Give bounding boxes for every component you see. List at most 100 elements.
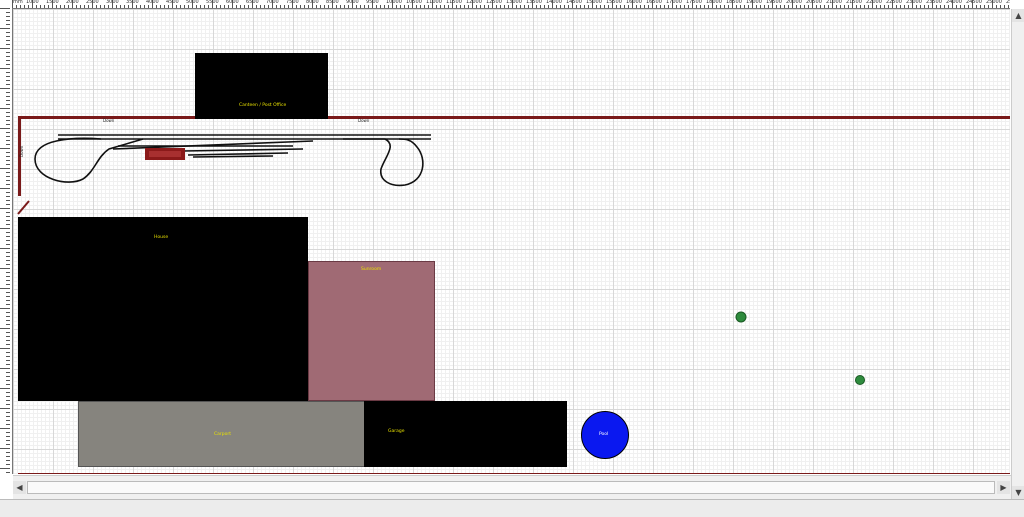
ruler-tick <box>896 5 897 8</box>
garage-building[interactable]: Garage <box>364 401 567 467</box>
ruler-tick <box>36 5 37 8</box>
ruler-tick <box>588 5 589 8</box>
ruler-tick <box>6 460 10 461</box>
ruler-tick <box>948 5 949 8</box>
ruler-tick <box>920 5 921 8</box>
ruler-tick <box>576 5 577 8</box>
ruler-tick <box>0 188 10 189</box>
ruler-tick <box>740 5 741 8</box>
ruler-tick <box>6 436 10 437</box>
ruler-tick <box>6 204 10 205</box>
ruler-tick <box>40 5 41 8</box>
ruler-tick <box>980 5 981 8</box>
ruler-tick <box>464 5 465 8</box>
ruler-tick <box>6 200 10 201</box>
ruler-tick <box>0 268 10 269</box>
ruler-tick <box>6 64 10 65</box>
ruler-tick <box>44 5 45 8</box>
scroll-up-icon[interactable]: ▲ <box>1012 9 1024 22</box>
ruler-tick <box>636 5 637 8</box>
ruler-tick <box>924 5 925 8</box>
ruler-tick <box>6 332 10 333</box>
ruler-tick <box>6 192 10 193</box>
status-bar <box>0 499 1024 517</box>
ruler-tick <box>6 24 10 25</box>
ruler-label: 10500 <box>406 0 422 5</box>
ruler-tick <box>20 5 21 8</box>
ruler-label: 22500 <box>886 0 902 5</box>
horizontal-scroll-thumb[interactable] <box>27 481 995 494</box>
sunroom-area[interactable]: Sunroom <box>308 261 435 401</box>
ruler-tick <box>336 5 337 8</box>
scroll-right-icon[interactable]: ▶ <box>997 481 1010 494</box>
ruler-tick <box>0 308 10 309</box>
ruler-tick <box>264 5 265 8</box>
ruler-tick <box>956 5 957 8</box>
ruler-tick <box>204 5 205 8</box>
ruler-tick <box>6 176 10 177</box>
ruler-tick <box>976 5 977 8</box>
tree-icon[interactable] <box>855 375 865 385</box>
ruler-tick <box>6 156 10 157</box>
ruler-label: 13000 <box>506 0 522 5</box>
ruler-tick <box>624 5 625 8</box>
ruler-tick <box>836 5 837 8</box>
tree-icon[interactable] <box>735 311 747 323</box>
ruler-tick <box>364 5 365 8</box>
ruler-tick <box>448 5 449 8</box>
ruler-tick <box>288 5 289 8</box>
ruler-tick <box>6 152 10 153</box>
ruler-tick <box>6 276 10 277</box>
ruler-tick <box>0 348 10 349</box>
ruler-tick <box>6 320 10 321</box>
ruler-label: 5500 <box>206 0 219 5</box>
ruler-tick <box>216 5 217 8</box>
vertical-scrollbar[interactable]: ▲ ▼ <box>1011 9 1024 499</box>
ruler-tick <box>580 5 581 8</box>
ruler-tick <box>0 368 10 369</box>
ruler-tick <box>6 164 10 165</box>
ruler-tick <box>6 60 10 61</box>
ruler-tick <box>796 5 797 8</box>
ruler-tick <box>6 180 10 181</box>
post-office-building[interactable]: Canteen / Post Office <box>195 53 328 119</box>
ruler-tick <box>6 184 10 185</box>
ruler-tick <box>720 5 721 8</box>
ruler-tick <box>0 288 10 289</box>
ruler-tick <box>880 5 881 8</box>
ruler-tick <box>704 5 705 8</box>
ruler-tick <box>900 5 901 8</box>
ruler-label: 14500 <box>566 0 582 5</box>
ruler-tick <box>248 5 249 8</box>
ruler-tick <box>6 404 10 405</box>
house-building[interactable]: House <box>18 217 308 401</box>
ruler-tick <box>556 5 557 8</box>
ruler-tick <box>0 148 10 149</box>
ruler-label: 16000 <box>626 0 642 5</box>
ruler-label: 9000 <box>346 0 359 5</box>
pool[interactable]: Pool <box>581 411 629 459</box>
ruler-tick <box>6 396 10 397</box>
ruler-label: 23500 <box>926 0 942 5</box>
ruler-tick <box>864 5 865 8</box>
horizontal-scrollbar[interactable]: ◀ ▶ <box>13 475 1011 500</box>
ruler-tick <box>764 5 765 8</box>
ruler-tick <box>544 5 545 8</box>
ruler-tick <box>6 456 10 457</box>
ruler-tick <box>444 5 445 8</box>
ruler-tick <box>6 364 10 365</box>
ruler-tick <box>6 376 10 377</box>
ruler-label: 18500 <box>726 0 742 5</box>
ruler-tick <box>360 5 361 8</box>
scroll-left-icon[interactable]: ◀ <box>13 481 26 494</box>
ruler-tick <box>6 472 10 473</box>
layout-canvas[interactable]: Canteen / Post Office House Sunroom Carp… <box>13 9 1010 474</box>
carport-area[interactable]: Carport <box>78 401 365 467</box>
ruler-tick <box>136 5 137 8</box>
ruler-tick <box>660 5 661 8</box>
ruler-tick <box>76 5 77 8</box>
ruler-tick <box>520 5 521 8</box>
scroll-down-icon[interactable]: ▼ <box>1012 486 1024 499</box>
ruler-tick <box>568 5 569 8</box>
ruler-tick <box>6 252 10 253</box>
